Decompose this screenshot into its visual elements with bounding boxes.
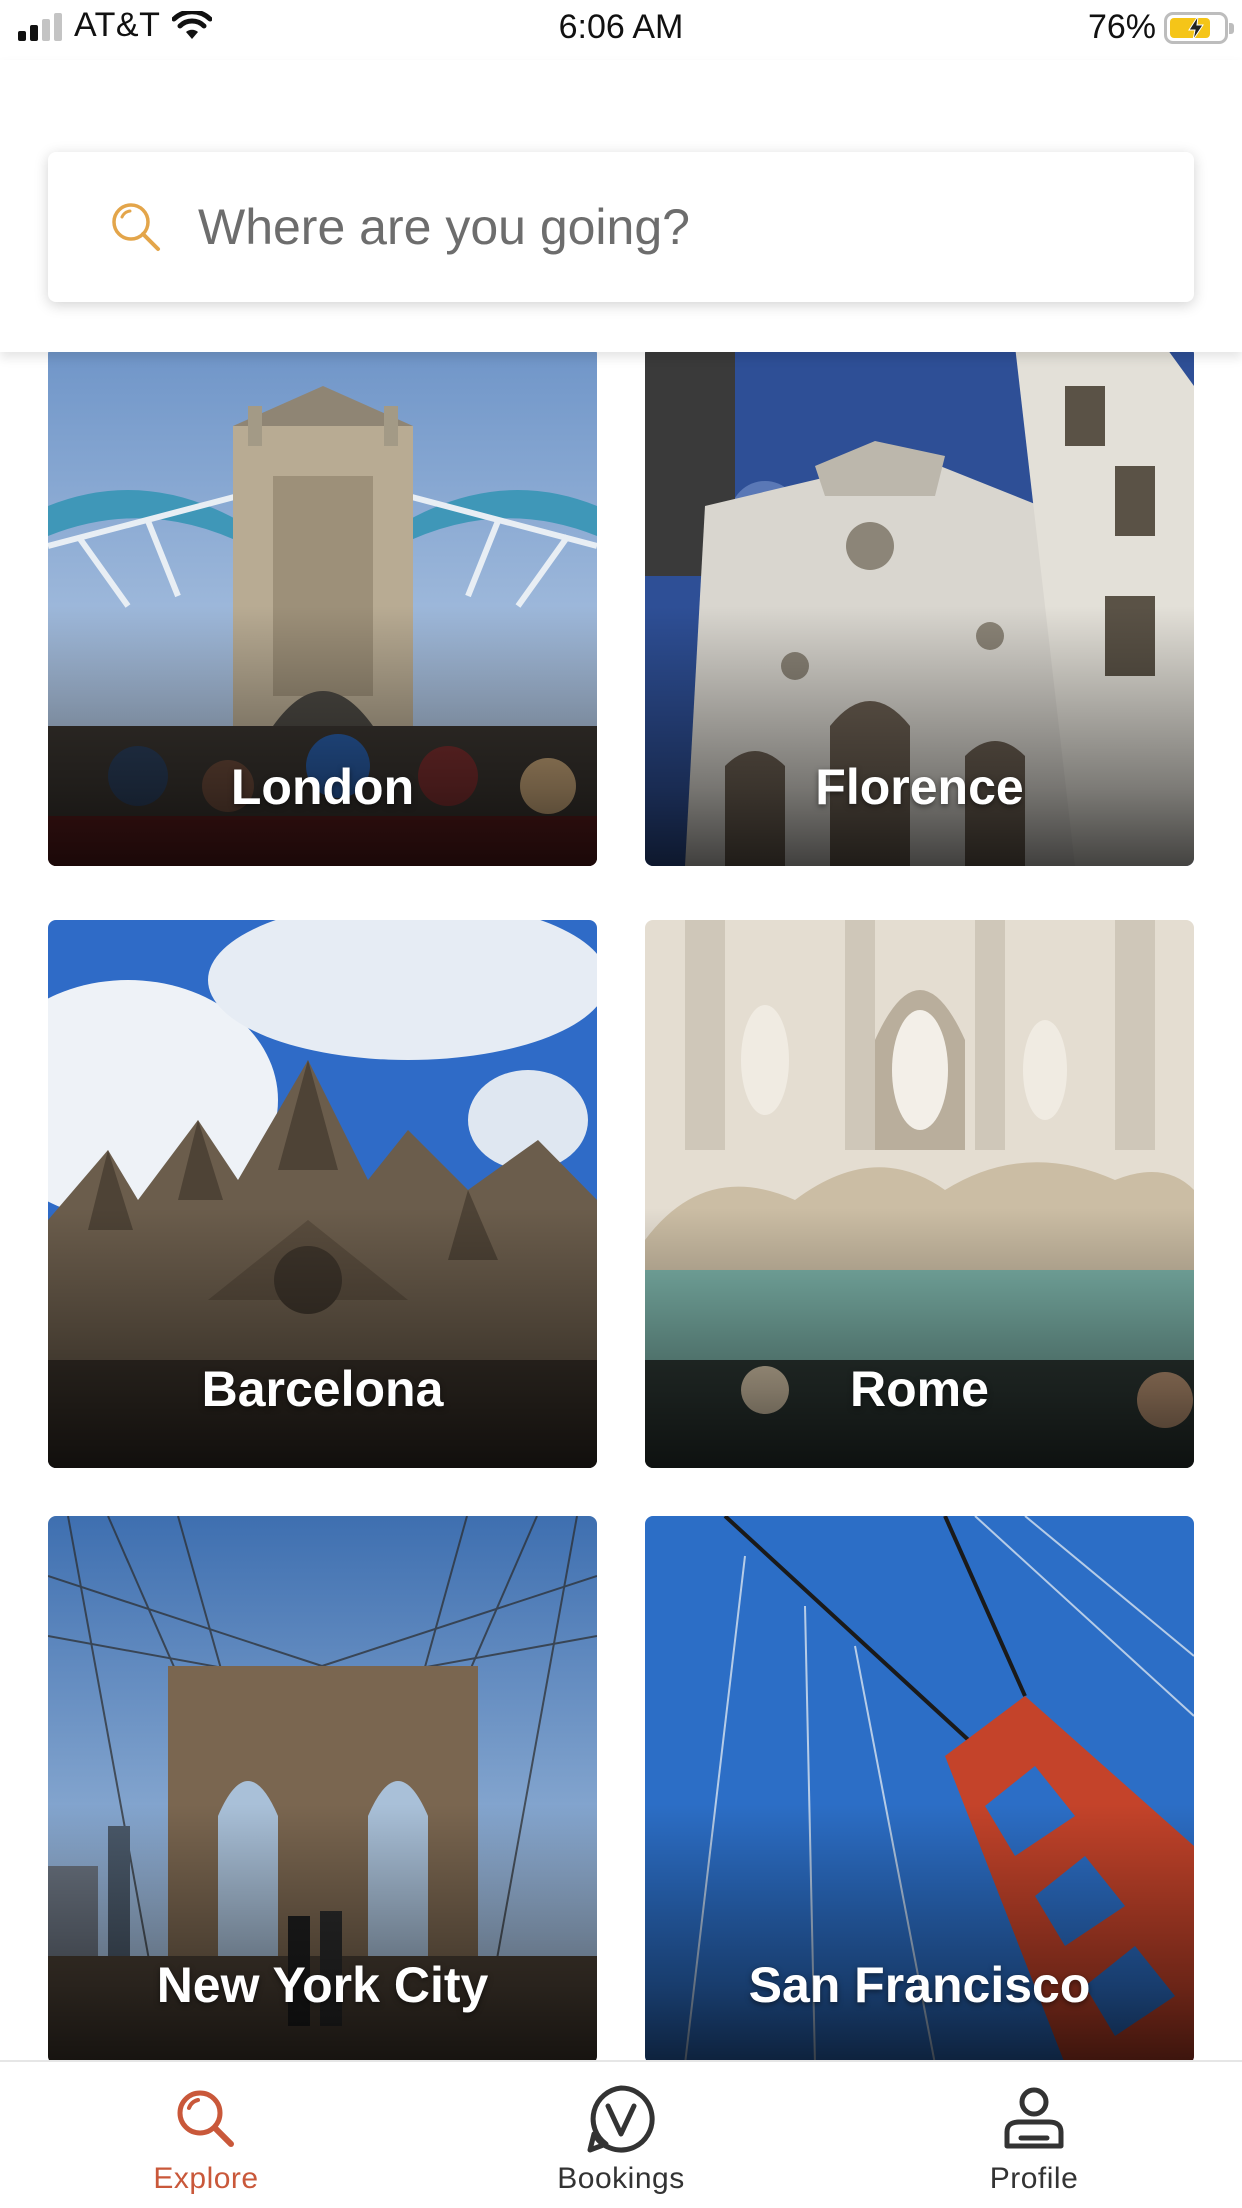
destination-card-barcelona[interactable]: Barcelona: [48, 920, 597, 1468]
status-time: 6:06 AM: [558, 8, 684, 46]
tab-label: Explore: [153, 2162, 259, 2195]
search-icon: [112, 203, 160, 251]
tab-label: Profile: [989, 2162, 1079, 2195]
destination-name: New York City: [156, 1957, 489, 2013]
tab-explore[interactable]: Explore: [76, 2084, 336, 2196]
battery-icon: [1164, 11, 1234, 44]
destination-name: Rome: [850, 1361, 989, 1417]
destination-card-london[interactable]: London: [48, 352, 597, 866]
destination-card-san-francisco[interactable]: San Francisco: [645, 1516, 1194, 2060]
profile-icon: [1004, 2087, 1064, 2149]
destination-card-florence[interactable]: Florence: [645, 352, 1194, 866]
search-header: [0, 60, 1242, 352]
destination-name: Barcelona: [201, 1361, 444, 1417]
search-icon: [177, 2090, 234, 2147]
destination-card-new-york-city[interactable]: New York City: [48, 1516, 597, 2060]
search-input[interactable]: [198, 198, 1098, 256]
tab-label: Bookings: [557, 2162, 685, 2195]
bookings-v-icon: [587, 2085, 655, 2153]
destination-card-rome[interactable]: Rome: [645, 920, 1194, 1468]
search-bar[interactable]: [48, 152, 1194, 302]
tab-bookings[interactable]: Bookings: [491, 2084, 751, 2196]
bottom-tab-bar: Explore Bookings Profile: [0, 2060, 1242, 2208]
destination-grid: London Florence Barcelona Rome New York …: [0, 352, 1242, 2060]
status-bar: AT&T 6:06 AM 76%: [0, 0, 1242, 60]
tab-profile[interactable]: Profile: [904, 2084, 1164, 2196]
battery-percent: 76%: [1087, 8, 1156, 46]
destination-name: Florence: [815, 759, 1024, 815]
destination-name: London: [230, 759, 415, 815]
destination-name: San Francisco: [748, 1957, 1091, 2013]
